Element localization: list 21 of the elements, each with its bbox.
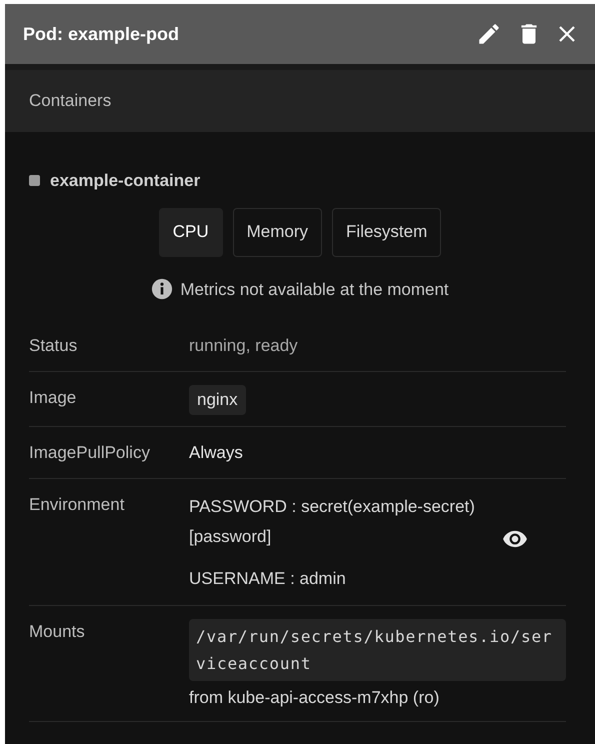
row-label: Environment (29, 494, 126, 516)
env-variable: PASSWORD : secret(example-secret) [password] (189, 496, 476, 548)
info-icon (151, 278, 174, 300)
mount-source: from kube-api-access-m7xhp (ro) (189, 686, 440, 708)
window-title: Pod: example-pod (23, 22, 180, 46)
image-tag: nginx (189, 385, 246, 414)
metric-tab[interactable]: CPU (158, 208, 223, 256)
row-label: Image (29, 387, 78, 409)
row-label: ImagePullPolicy (29, 442, 151, 464)
row-label: Mounts (29, 620, 86, 642)
row-value: Always (189, 442, 243, 462)
status-square-icon (29, 175, 40, 186)
container-name: example-container (50, 170, 200, 192)
metrics-notice: Metrics not available at the moment (180, 278, 449, 300)
row-label: Status (29, 335, 78, 357)
row-value: running, ready (189, 336, 298, 355)
metric-tab[interactable]: Memory (232, 208, 322, 256)
env-variable: USERNAME : admin (189, 568, 346, 590)
section-title: Containers (29, 90, 112, 112)
metric-tab[interactable]: Filesystem (332, 208, 442, 256)
mount-path: /var/run/secrets/kubernetes.io/serviceaccount (189, 618, 566, 680)
